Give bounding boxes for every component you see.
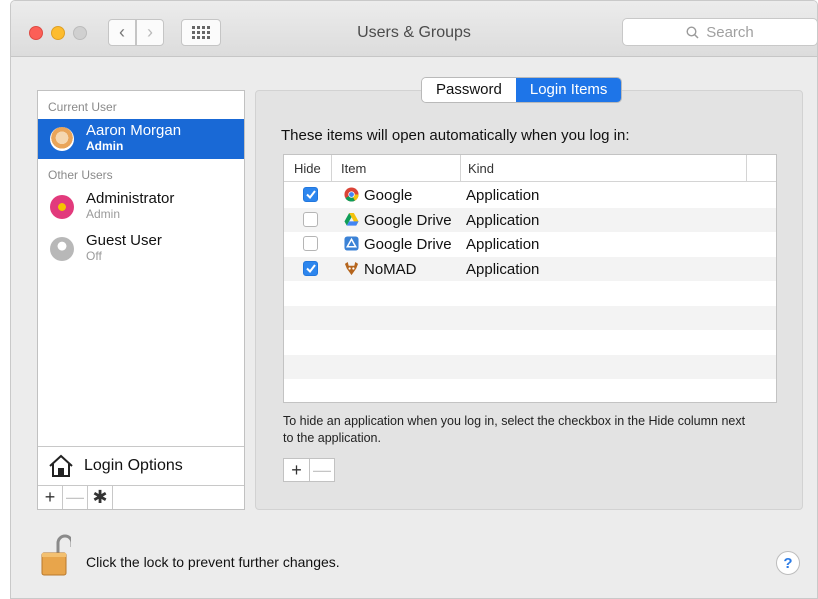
item-name: Google <box>364 187 413 204</box>
user-role: Admin <box>86 207 121 221</box>
google-drive-icon <box>344 212 359 226</box>
search-placeholder: Search <box>706 23 754 41</box>
other-users-label: Other Users <box>48 168 113 182</box>
login-items-heading: These items will open automatically when… <box>281 127 630 144</box>
hide-instructions: To hide an application when you log in, … <box>283 414 746 445</box>
login-options-item[interactable]: Login Options <box>38 446 244 485</box>
item-kind: Application <box>466 260 540 278</box>
user-guest[interactable]: Guest User Off <box>38 229 244 269</box>
avatar-icon <box>50 127 74 151</box>
hide-checkbox[interactable] <box>303 260 318 276</box>
checkmark-icon <box>305 263 316 273</box>
lock-icon[interactable] <box>41 533 71 577</box>
user-name: Aaron Morgan <box>86 122 182 139</box>
user-name: Administrator <box>86 190 175 207</box>
title-bar: ‹ › Users & Groups Search <box>11 1 817 57</box>
sidebar-toolbar: + — ✱ <box>38 485 244 509</box>
house-icon <box>49 454 73 477</box>
hide-checkbox[interactable] <box>303 211 318 227</box>
table-row[interactable]: Google Drive Application <box>284 207 776 232</box>
column-item[interactable]: Item <box>341 161 366 176</box>
remove-login-item-button[interactable]: — <box>309 459 334 481</box>
item-kind: Application <box>466 187 540 204</box>
lock-message: Click the lock to prevent further change… <box>86 554 340 570</box>
user-role: Off <box>86 249 102 263</box>
login-items-toolbar: + — <box>283 458 335 482</box>
table-row[interactable]: Google Drive Application <box>284 232 776 257</box>
users-groups-window: ‹ › Users & Groups Search Current User A… <box>10 0 818 599</box>
search-icon <box>686 25 699 39</box>
tab-bar: Password Login Items <box>421 77 623 103</box>
user-name: Guest User <box>86 232 162 249</box>
search-field[interactable]: Search <box>622 18 817 46</box>
login-options-label: Login Options <box>84 457 183 474</box>
user-list-sidebar: Current User Aaron Morgan Admin Other Us… <box>37 90 245 510</box>
item-kind: Application <box>466 211 540 229</box>
nomad-icon <box>344 261 359 275</box>
remove-user-button[interactable]: — <box>63 486 88 509</box>
hide-checkbox[interactable] <box>303 236 318 251</box>
table-row[interactable]: NoMAD Application <box>284 256 776 281</box>
tab-password[interactable]: Password <box>422 78 516 102</box>
add-user-button[interactable]: + <box>38 486 63 509</box>
login-items-table: Hide Item Kind Google Application Google… <box>283 154 777 403</box>
table-header: Hide Item Kind <box>284 155 776 182</box>
column-hide[interactable]: Hide <box>294 161 321 176</box>
user-administrator[interactable]: Administrator Admin <box>38 187 244 227</box>
item-name: NoMAD <box>364 260 417 278</box>
checkmark-icon <box>305 190 316 199</box>
guest-avatar-icon <box>50 237 74 261</box>
column-kind[interactable]: Kind <box>468 161 494 176</box>
user-aaron-morgan[interactable]: Aaron Morgan Admin <box>38 119 244 159</box>
current-user-label: Current User <box>48 100 117 114</box>
chrome-icon <box>344 187 359 202</box>
table-row[interactable]: Google Application <box>284 183 776 208</box>
item-name: Google Drive <box>364 236 452 253</box>
google-drive-blue-icon <box>344 236 359 251</box>
gear-icon[interactable]: ✱ <box>88 486 113 509</box>
add-login-item-button[interactable]: + <box>284 459 309 481</box>
user-role: Admin <box>86 139 124 153</box>
help-button[interactable]: ? <box>776 551 800 575</box>
item-name: Google Drive <box>364 211 452 229</box>
item-kind: Application <box>466 236 540 253</box>
hide-checkbox[interactable] <box>303 187 318 202</box>
flower-avatar-icon <box>50 195 74 219</box>
tab-login-items[interactable]: Login Items <box>515 78 622 102</box>
